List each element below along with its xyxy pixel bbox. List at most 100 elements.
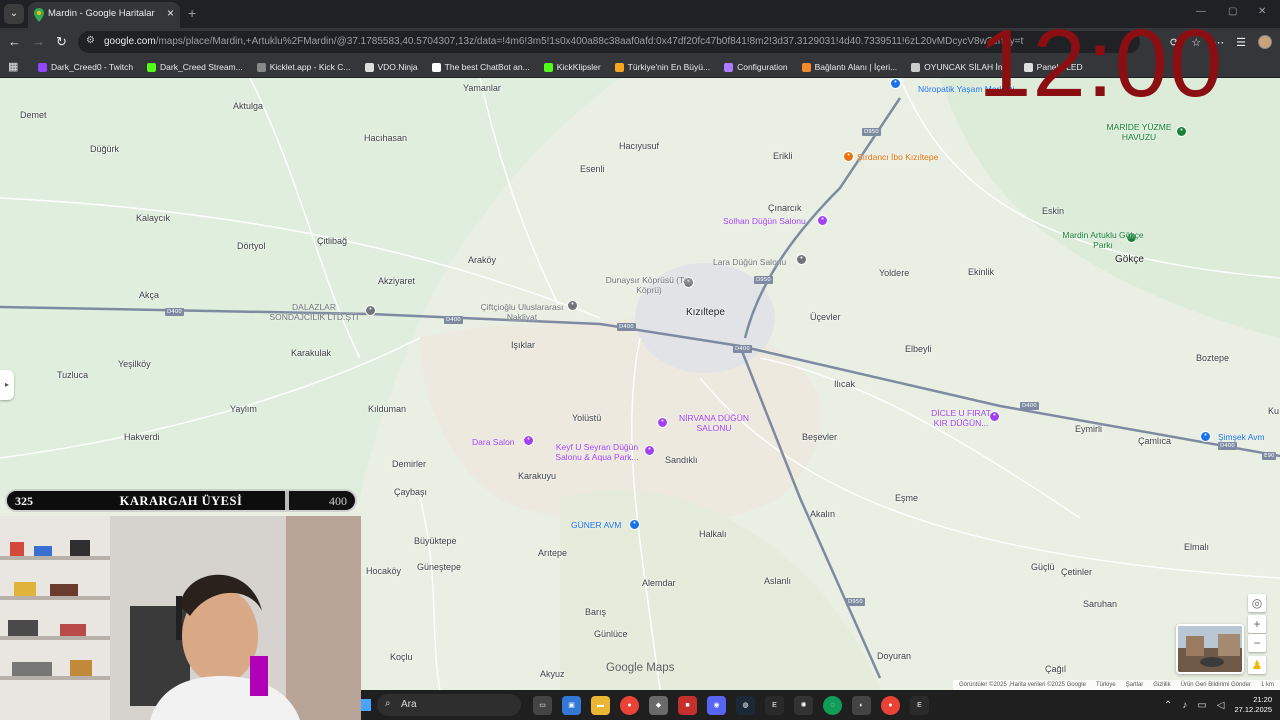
pegman-icon[interactable]: ♟ xyxy=(1248,656,1266,674)
app-icon[interactable]: ◆ xyxy=(649,695,668,715)
obs-icon[interactable]: ◐ xyxy=(852,695,871,715)
poi-label[interactable]: DALAZLAR SONDAJCILIK LTD.ŞTİ xyxy=(268,302,360,322)
sidebar-icon[interactable]: ☰ xyxy=(1236,36,1246,49)
attribution-item[interactable]: Gizlilik xyxy=(1153,682,1170,688)
place-label[interactable]: Koçlu xyxy=(390,652,413,662)
zoom-out-button[interactable]: − xyxy=(1248,634,1266,652)
app-green-icon[interactable]: ◌ xyxy=(823,695,842,715)
poi-pin-icon[interactable]: • xyxy=(365,305,376,316)
my-location-icon[interactable]: ◎ xyxy=(1248,594,1266,612)
poi-pin-icon[interactable]: • xyxy=(1200,431,1211,442)
openai-icon[interactable]: ✺ xyxy=(794,695,813,715)
place-label[interactable]: Çağıl xyxy=(1045,664,1066,674)
chrome-icon[interactable]: ● xyxy=(620,695,639,715)
poi-pin-icon[interactable]: • xyxy=(1176,126,1187,137)
place-label[interactable]: Çitlibağ xyxy=(317,236,347,246)
place-label[interactable]: Karakulak xyxy=(291,348,331,358)
place-label[interactable]: Ku xyxy=(1268,406,1279,416)
profile-avatar[interactable] xyxy=(1258,35,1272,49)
place-label[interactable]: Aktulga xyxy=(233,101,263,111)
poi-label[interactable]: Dara Salon xyxy=(472,437,515,447)
epic-games-icon[interactable]: E xyxy=(765,695,784,715)
place-label[interactable]: Üçevler xyxy=(810,312,841,322)
poi-pin-icon[interactable]: • xyxy=(843,151,854,162)
bookmark-item[interactable]: Dark_Creed0 - Twitch xyxy=(38,62,133,72)
place-label[interactable]: Doyuran xyxy=(877,651,911,661)
attribution-item[interactable]: Türkiye xyxy=(1096,682,1116,688)
place-label[interactable]: Kalaycık xyxy=(136,213,170,223)
place-label[interactable]: Araköy xyxy=(468,255,496,265)
place-label[interactable]: Esenli xyxy=(580,164,605,174)
place-label[interactable]: Tuzluca xyxy=(57,370,88,380)
new-tab-button[interactable]: + xyxy=(188,5,196,21)
poi-pin-icon[interactable]: • xyxy=(567,300,578,311)
place-label[interactable]: Eskin xyxy=(1042,206,1064,216)
taskbar-clock[interactable]: 21:20 27.12.2025 xyxy=(1234,695,1272,715)
poi-label[interactable]: NİRVANA DÜĞÜN SALONU xyxy=(676,413,752,433)
place-label[interactable]: Güçlü xyxy=(1031,562,1055,572)
volume-icon[interactable]: ◁ xyxy=(1217,700,1225,711)
place-label[interactable]: Ilıcak xyxy=(834,379,855,389)
place-label[interactable]: Yoldere xyxy=(879,268,909,278)
forward-icon[interactable]: → xyxy=(32,34,45,50)
apps-grid-icon[interactable]: ▦ xyxy=(8,60,18,73)
attribution-item[interactable]: Ürün Geri Bildirimi Gönder xyxy=(1181,682,1251,688)
place-label[interactable]: Ekinlik xyxy=(968,267,994,277)
place-label[interactable]: Büyüktepe xyxy=(414,536,457,546)
poi-label[interactable]: DİCLE U FIRAT KIR DÜĞÜN... xyxy=(923,408,999,428)
place-label[interactable]: Barış xyxy=(585,607,606,617)
place-label[interactable]: Aslanlı xyxy=(764,576,791,586)
poi-pin-icon[interactable]: • xyxy=(629,519,640,530)
place-label[interactable]: Arıtepe xyxy=(538,548,567,558)
place-label[interactable]: Elbeyli xyxy=(905,344,932,354)
place-label[interactable]: Gökçe xyxy=(1115,254,1144,265)
back-icon[interactable]: ← xyxy=(8,34,21,50)
place-label[interactable]: Yamanlar xyxy=(463,83,501,93)
discord-icon[interactable]: ◉ xyxy=(707,695,726,715)
bookmark-item[interactable]: The best ChatBot an... xyxy=(431,62,530,72)
poi-label[interactable]: Şimşek Avm xyxy=(1218,432,1265,442)
attribution-item[interactable]: 1 km xyxy=(1261,682,1274,688)
place-label[interactable]: Hocaköy xyxy=(366,566,401,576)
poi-pin-icon[interactable]: • xyxy=(890,78,901,89)
place-label[interactable]: Işıklar xyxy=(511,340,535,350)
task-view-icon[interactable]: ▭ xyxy=(533,695,552,715)
reload-icon[interactable]: ↻ xyxy=(56,34,67,50)
place-label[interactable]: Akça xyxy=(139,290,159,300)
place-label[interactable]: Akziyaret xyxy=(378,276,415,286)
poi-pin-icon[interactable]: • xyxy=(796,254,807,265)
bookmark-item[interactable]: Kicklet.app - Kick C... xyxy=(256,62,351,72)
place-label[interactable]: Çaybaşı xyxy=(394,487,427,497)
microphone-icon[interactable]: ♪ xyxy=(1182,700,1187,711)
place-label[interactable]: Düğürk xyxy=(90,144,119,154)
epic-games-icon-2[interactable]: E xyxy=(910,695,929,715)
place-label[interactable]: Sandıklı xyxy=(665,455,698,465)
site-info-icon[interactable]: ⚙ xyxy=(86,35,95,46)
tab-close-icon[interactable]: × xyxy=(167,6,174,20)
poi-label[interactable]: Şırdancı İbo Kızıltepe xyxy=(857,152,938,162)
poi-label[interactable]: MARİDE YÜZME HAVUZU xyxy=(1104,122,1174,142)
tray-chevron-icon[interactable]: ⌃ xyxy=(1164,700,1172,711)
chrome-active-icon[interactable]: ● xyxy=(881,695,900,715)
attribution-item[interactable]: Şartlar xyxy=(1126,682,1144,688)
maximize-icon[interactable]: ▢ xyxy=(1228,6,1237,17)
place-label[interactable]: Yeşilköy xyxy=(118,359,151,369)
taskbar-search[interactable]: ⌕ Ara xyxy=(377,694,521,716)
place-label[interactable]: Hacıhasan xyxy=(364,133,407,143)
tab-search-button[interactable]: ⌄ xyxy=(4,4,24,24)
place-label[interactable]: Elmalı xyxy=(1184,542,1209,552)
place-label[interactable]: Demet xyxy=(20,110,47,120)
place-label[interactable]: Beşevler xyxy=(802,432,837,442)
poi-label[interactable]: Solhan Düğün Salonu xyxy=(723,216,806,226)
place-label[interactable]: Hacıyusuf xyxy=(619,141,659,151)
bookmark-item[interactable]: VDO.Ninja xyxy=(364,62,418,72)
place-label[interactable]: Dörtyol xyxy=(237,241,266,251)
tab-active[interactable]: Mardin - Google Haritalar × xyxy=(28,2,180,28)
place-label[interactable]: Halkalı xyxy=(699,529,727,539)
place-label[interactable]: Akyuz xyxy=(540,669,565,679)
place-label[interactable]: Boztepe xyxy=(1196,353,1229,363)
place-label[interactable]: Yolüstü xyxy=(572,413,601,423)
place-label[interactable]: Eymirli xyxy=(1075,424,1102,434)
network-icon[interactable]: ▭ xyxy=(1197,700,1206,711)
place-label[interactable]: Kızıltepe xyxy=(686,307,725,318)
